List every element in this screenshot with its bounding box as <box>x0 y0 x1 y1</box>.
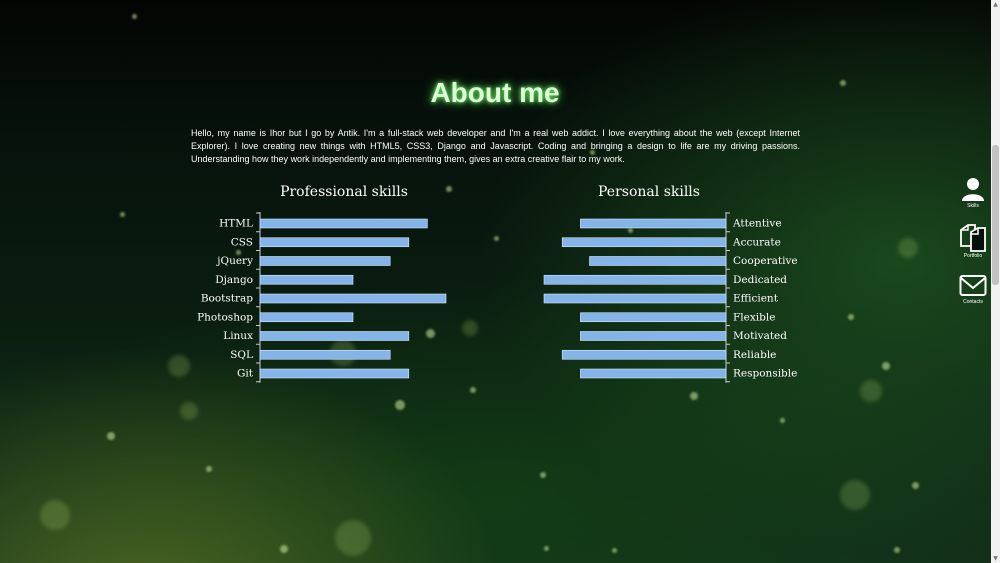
professional-label-photoshop: Photoshop <box>197 311 253 323</box>
personal-label-attentive: Attentive <box>732 218 782 230</box>
nav-contacts-label: Contacts <box>963 299 983 305</box>
skills-charts: HTML CSS jQuery Django Bootstrap Photoshop Lin… <box>197 212 798 383</box>
personal-bar-motivated <box>580 331 727 341</box>
professional-label-sql: SQL <box>230 349 253 361</box>
personal-bar-dedicated <box>543 274 727 285</box>
personal-label-flexible: Flexible <box>733 311 775 323</box>
professional-bar-sql <box>259 349 391 360</box>
professional-bar-photoshop <box>259 312 354 323</box>
professional-bar-linux <box>259 331 410 341</box>
professional-bar-django <box>259 274 354 285</box>
professional-bar-bootstrap <box>259 293 447 304</box>
scrollbar-thumb[interactable] <box>992 145 999 285</box>
professional-label-linux: Linux <box>223 330 253 342</box>
personal-bar-flexible <box>580 312 727 323</box>
professional-label-jquery: jQuery <box>215 255 253 267</box>
personal-bar-efficient <box>543 293 727 304</box>
scroll-up-icon[interactable]: ▲ <box>992 0 999 9</box>
professional-bar-css <box>259 237 410 248</box>
professional-bar-html <box>259 218 428 229</box>
personal-bar-accurate <box>561 237 727 248</box>
nav-portfolio[interactable]: Portfolio <box>955 224 991 259</box>
nav-skills-label: Skills <box>967 203 979 209</box>
professional-label-bootstrap: Bootstrap <box>201 293 253 305</box>
professional-bar-jquery <box>259 256 391 266</box>
personal-bar-attentive <box>580 218 727 229</box>
personal-label-efficient: Efficient <box>733 293 779 305</box>
personal-bar-cooperative <box>589 256 727 266</box>
professional-label-html: HTML <box>219 218 253 230</box>
page-scrollbar[interactable]: ▲ ▼ <box>991 0 1000 563</box>
documents-icon <box>960 224 986 252</box>
personal-bar-responsible <box>580 368 727 379</box>
envelope-icon <box>959 275 987 296</box>
personal-bar-reliable <box>561 349 727 360</box>
personal-label-dedicated: Dedicated <box>733 274 787 286</box>
nav-contacts[interactable]: Contacts <box>955 274 991 305</box>
nav-portfolio-label: Portfolio <box>963 253 983 259</box>
professional-bar-git <box>259 368 410 379</box>
nav-skills[interactable]: Skills <box>955 176 991 209</box>
professional-label-django: Django <box>215 274 253 286</box>
professional-label-css: CSS <box>231 236 253 248</box>
personal-label-motivated: Motivated <box>733 330 787 342</box>
user-icon <box>962 178 984 201</box>
professional-label-git: Git <box>237 368 254 380</box>
personal-label-accurate: Accurate <box>732 236 781 248</box>
personal-label-responsible: Responsible <box>733 368 797 380</box>
scroll-down-icon[interactable]: ▼ <box>992 554 999 563</box>
personal-label-reliable: Reliable <box>733 349 776 361</box>
personal-label-cooperative: Cooperative <box>733 255 798 267</box>
